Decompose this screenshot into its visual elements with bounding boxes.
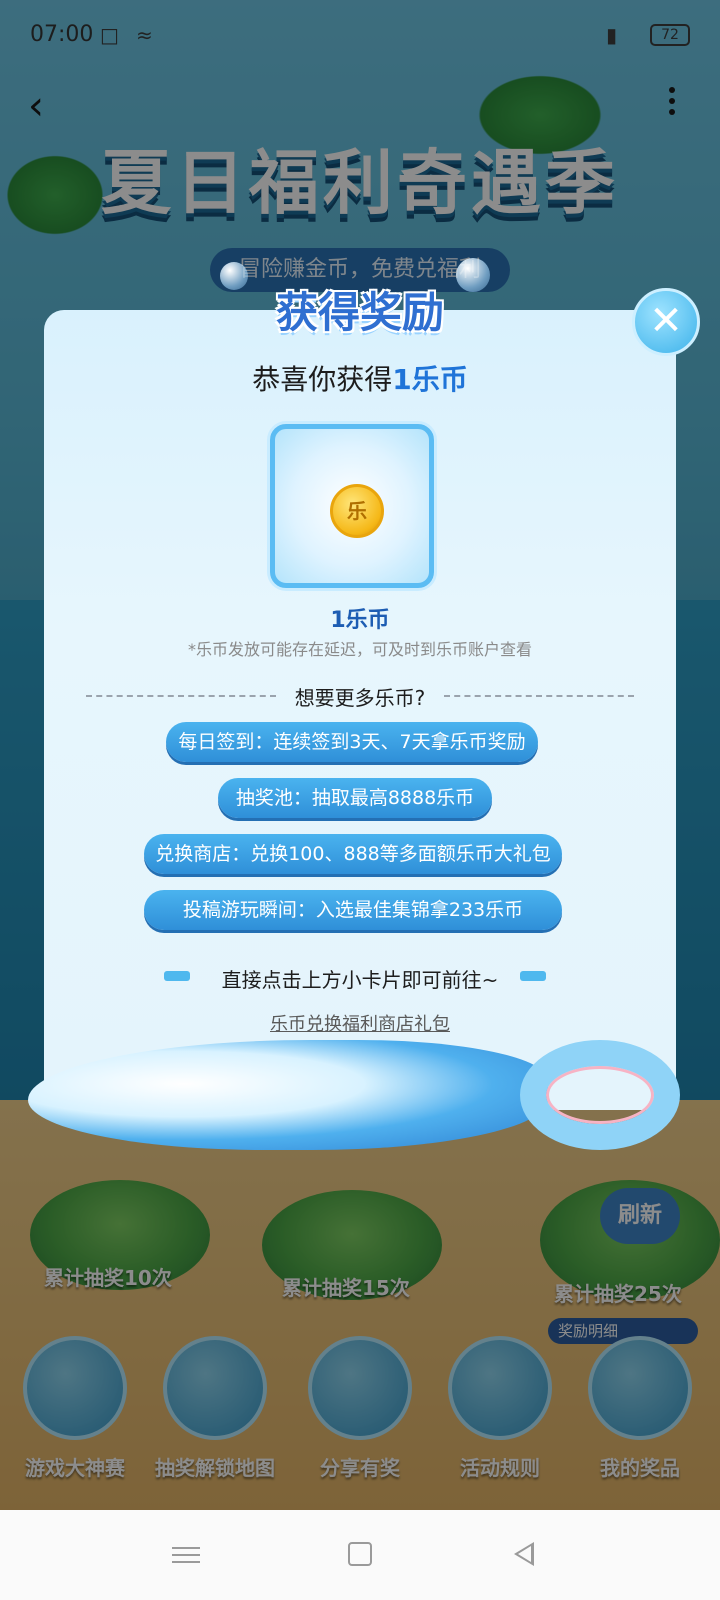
shop-gift-link[interactable]: 乐币兑换福利商店礼包 bbox=[44, 1010, 676, 1036]
status-bar: 07:00 □ ≈ ▮ 72 bbox=[0, 0, 720, 70]
vibrate-icon: ▮ bbox=[606, 23, 618, 47]
wifi-icon: ≈ bbox=[136, 23, 153, 47]
congrats-amount: 1乐币 bbox=[392, 363, 468, 396]
swim-ring-decoration bbox=[520, 1040, 680, 1150]
home-icon bbox=[348, 1542, 372, 1566]
congrats-prefix: 恭喜你获得 bbox=[252, 363, 393, 396]
back-nav-button[interactable] bbox=[514, 1542, 542, 1570]
system-nav-bar bbox=[0, 1510, 720, 1600]
recent-apps-button[interactable] bbox=[172, 1542, 200, 1570]
bubble-decoration bbox=[456, 258, 490, 292]
reward-card: 乐 bbox=[270, 424, 434, 588]
reward-note: *乐币发放可能存在延迟，可及时到乐币账户查看 bbox=[187, 640, 532, 659]
home-button[interactable] bbox=[348, 1542, 376, 1570]
modal-title: 获得奖励 bbox=[275, 288, 444, 337]
divider-line bbox=[444, 695, 634, 697]
submit-moment-pill[interactable]: 投稿游玩瞬间：入选最佳集锦拿233乐币 bbox=[144, 890, 562, 930]
reward-modal: 恭喜你获得1乐币 乐 1乐币 *乐币发放可能存在延迟，可及时到乐币账户查看 想要… bbox=[44, 310, 676, 1110]
close-button[interactable]: ✕ bbox=[632, 288, 700, 356]
section-divider: 想要更多乐币? bbox=[86, 682, 634, 710]
back-icon bbox=[514, 1542, 534, 1566]
reward-name: 1乐币 bbox=[330, 608, 390, 633]
coin-icon: 乐 bbox=[330, 484, 384, 538]
congrats-text: 恭喜你获得1乐币 bbox=[44, 358, 676, 398]
battery-indicator: 72 bbox=[650, 24, 690, 46]
daily-checkin-pill[interactable]: 每日签到：连续签到3天、7天拿乐币奖励 bbox=[166, 722, 538, 762]
bubble-decoration bbox=[220, 262, 248, 290]
lottery-pool-pill[interactable]: 抽奖池：抽取最高8888乐币 bbox=[218, 778, 492, 818]
goto-hint: 直接点击上方小卡片即可前往~ bbox=[221, 968, 499, 992]
notification-icon: □ bbox=[100, 23, 119, 47]
exchange-shop-pill[interactable]: 兑换商店：兑换100、888等多面额乐币大礼包 bbox=[144, 834, 562, 874]
status-time: 07:00 bbox=[30, 22, 94, 47]
arrow-left-icon bbox=[508, 964, 548, 988]
